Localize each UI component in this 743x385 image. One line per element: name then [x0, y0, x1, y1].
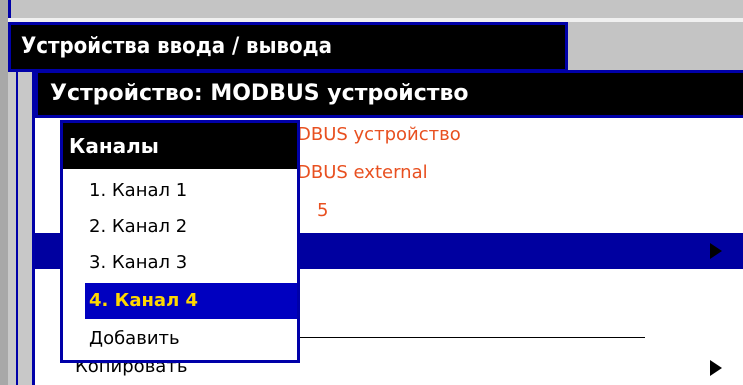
channel-item-selected[interactable]: 4. Канал 4 [85, 283, 297, 319]
io-devices-title: Устройства ввода / вывода [8, 22, 568, 72]
add-channel-item[interactable]: Добавить [63, 321, 297, 357]
channels-popup: Каналы 1. Канал 1 2. Канал 2 3. Канал 3 … [60, 120, 300, 363]
menu-separator [295, 337, 645, 338]
channels-popup-title: Каналы [63, 123, 297, 169]
submenu-arrow-icon [710, 360, 722, 376]
channel-item[interactable]: 1. Канал 1 [63, 173, 297, 209]
device-name-value[interactable]: DBUS устройство [297, 120, 461, 150]
channel-item[interactable]: 3. Канал 3 [63, 245, 297, 281]
device-address-value[interactable]: 5 [317, 196, 328, 226]
channel-item[interactable]: 2. Канал 2 [63, 209, 297, 245]
device-title: Устройство: MODBUS устройство [35, 70, 743, 118]
device-type-value[interactable]: DBUS external [297, 158, 428, 188]
submenu-arrow-icon [710, 243, 722, 259]
